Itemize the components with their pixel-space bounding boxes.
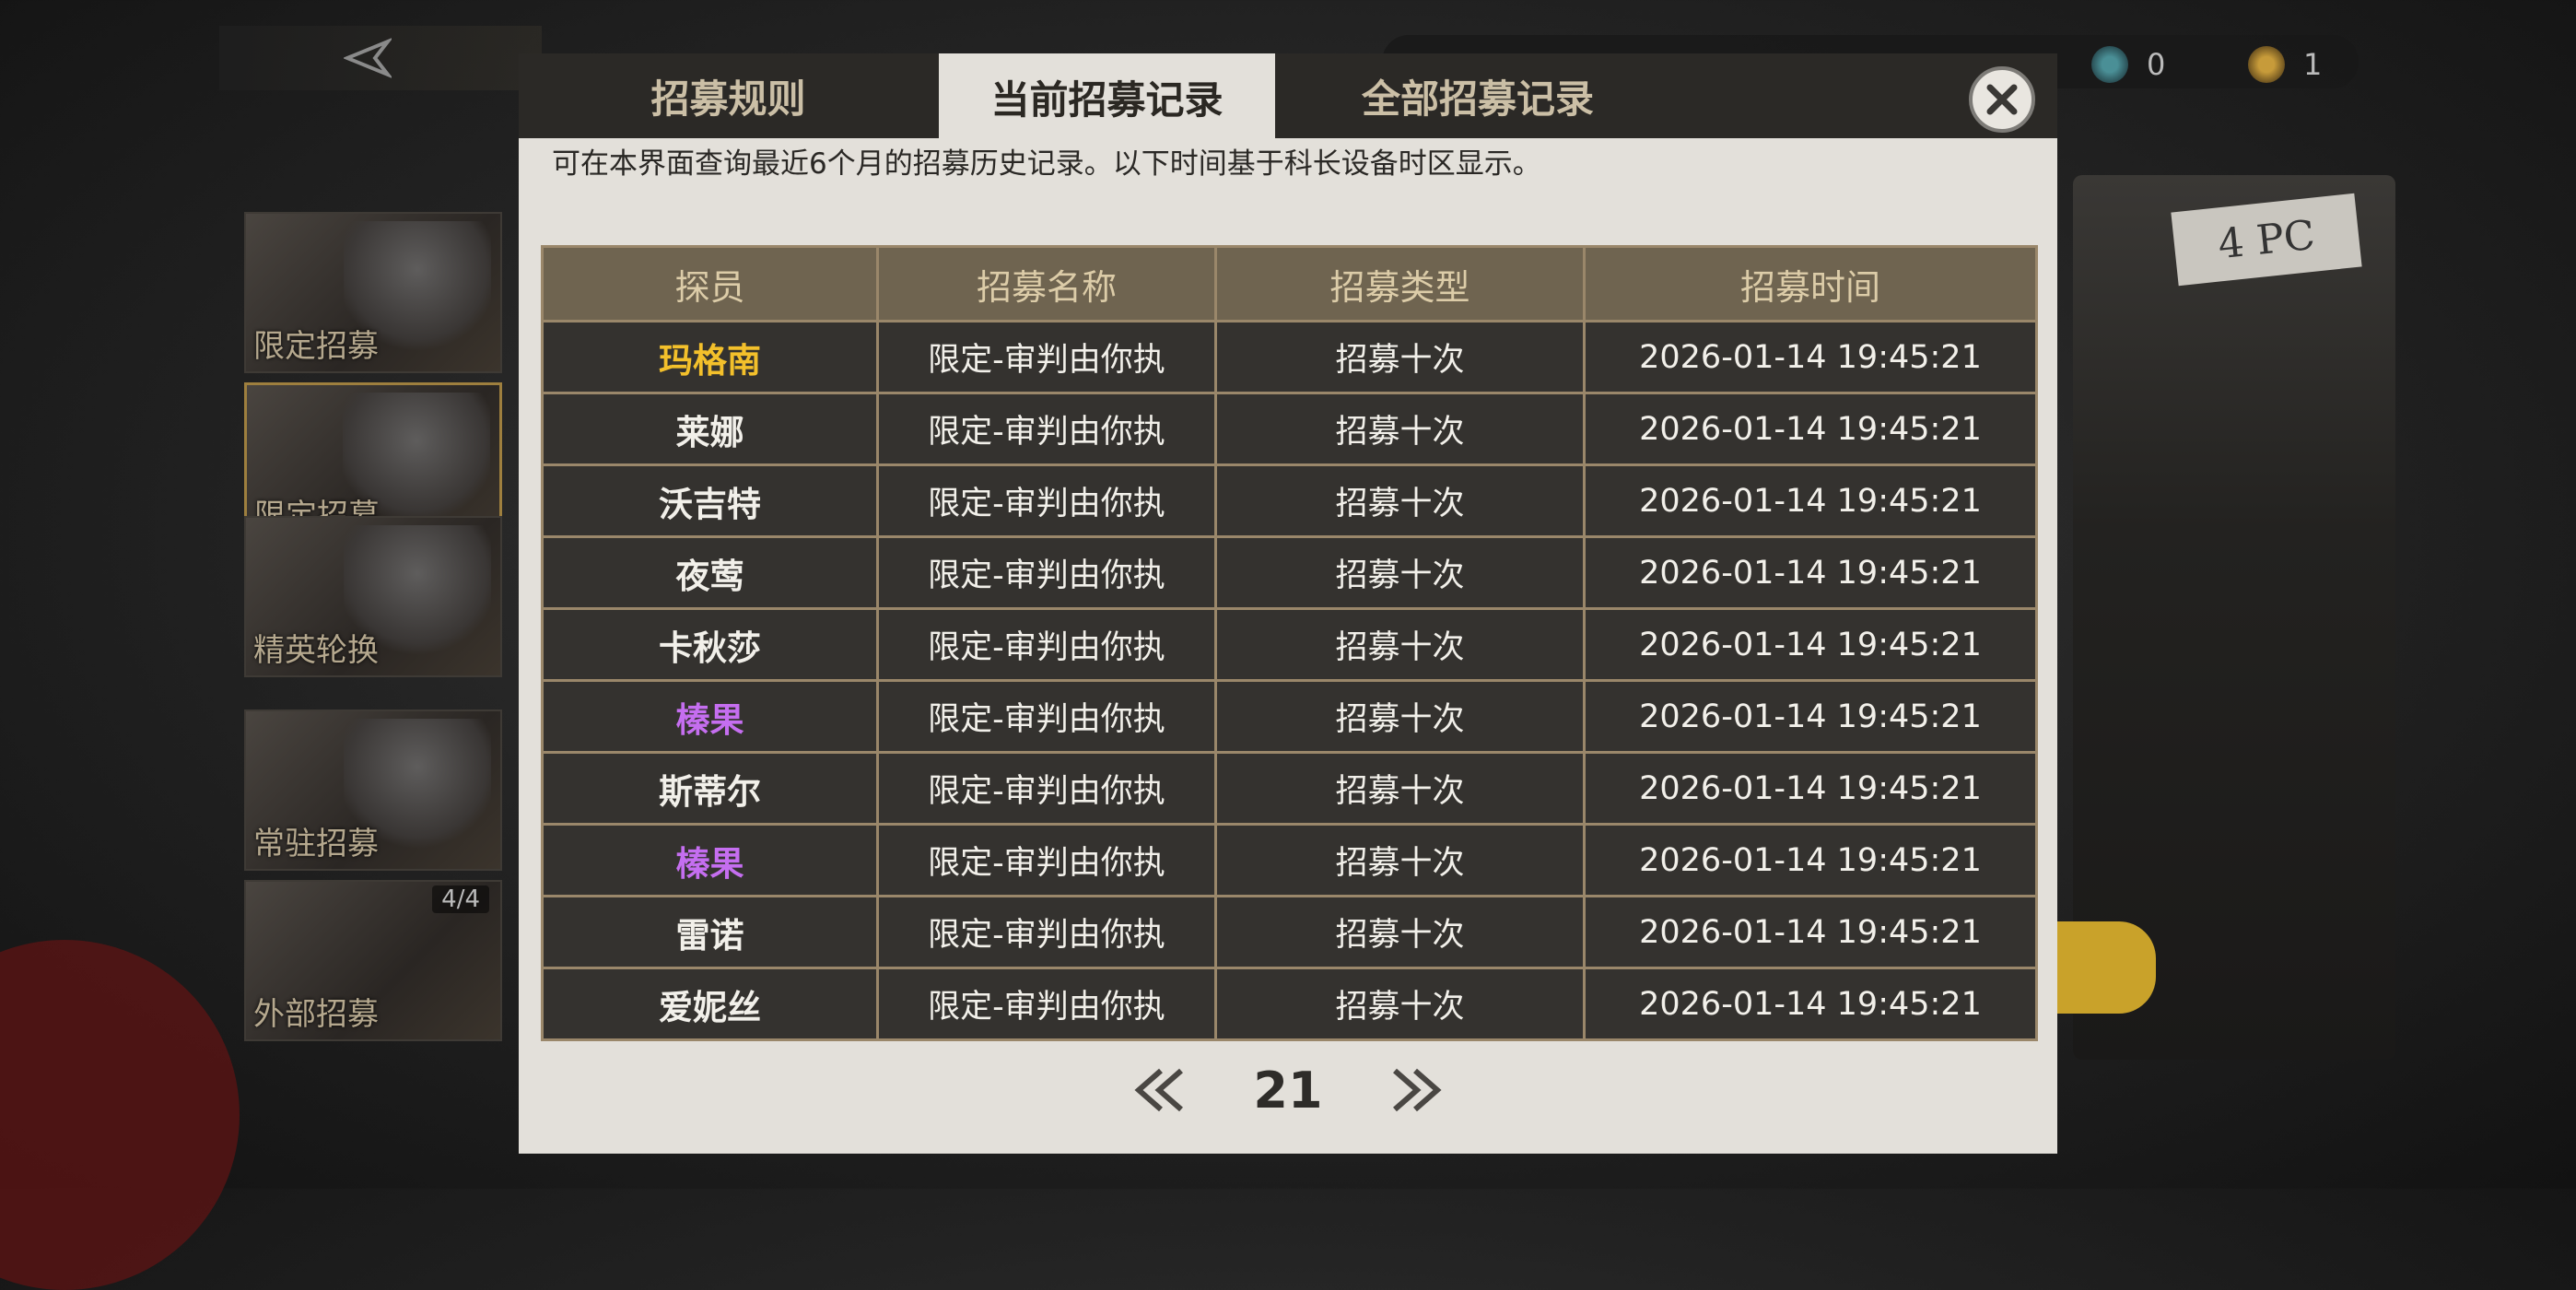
tab-label: 招募规则: [650, 76, 806, 122]
table-row: 雷诺 限定-审判由你执 招募十次 2026-01-14 19:45:21: [541, 895, 2038, 969]
close-button[interactable]: [1969, 66, 2035, 133]
pool-name-cell: 限定-审判由你执: [876, 679, 1217, 754]
pool-name-cell: 限定-审判由你执: [876, 320, 1217, 394]
recruit-type-cell: 招募十次: [1214, 535, 1586, 610]
bcr-badge: [0, 940, 240, 1290]
recruit-type-cell: 招募十次: [1214, 751, 1586, 826]
header-pool-name: 招募名称: [876, 245, 1217, 322]
recruit-type-cell: 招募十次: [1214, 823, 1586, 897]
external-count-badge: 4/4: [432, 885, 489, 913]
side-menu-label: 精英轮换: [253, 632, 379, 669]
header-agent: 探员: [541, 245, 879, 322]
recruit-time-cell: 2026-01-14 19:45:21: [1583, 751, 2038, 826]
notice-text: 可在本界面查询最近6个月的招募历史记录。以下时间基于科长设备时区显示。: [552, 147, 1541, 181]
table-row: 爱妮丝 限定-审判由你执 招募十次 2026-01-14 19:45:21: [541, 967, 2038, 1041]
recruit-type-cell: 招募十次: [1214, 607, 1586, 682]
agent-name-cell: 莱娜: [541, 392, 879, 466]
back-button[interactable]: [219, 26, 542, 90]
table-row: 沃吉特 限定-审判由你执 招募十次 2026-01-14 19:45:21: [541, 463, 2038, 538]
recruit-type-cell: 招募十次: [1214, 463, 1586, 538]
recruit-type-cell: 招募十次: [1214, 679, 1586, 754]
header-recruit-type: 招募类型: [1214, 245, 1586, 322]
pool-name-cell: 限定-审判由你执: [876, 607, 1217, 682]
table-row: 榛果 限定-审判由你执 招募十次 2026-01-14 19:45:21: [541, 823, 2038, 897]
agent-name-cell: 斯蒂尔: [541, 751, 879, 826]
agent-name-cell: 玛格南: [541, 320, 879, 394]
tab-bar: 招募规则 当前招募记录 全部招募记录: [519, 53, 2057, 140]
recruit-type-cell: 招募十次: [1214, 967, 1586, 1041]
page-number: 21: [1253, 1061, 1323, 1120]
side-menu-item-standard[interactable]: 常驻招募: [244, 710, 502, 871]
agent-name-cell: 沃吉特: [541, 463, 879, 538]
pool-name-cell: 限定-审判由你执: [876, 535, 1217, 610]
currency-gold: 1: [2248, 46, 2322, 83]
side-menu-item-elite[interactable]: 精英轮换: [244, 516, 502, 677]
agent-name-cell: 爱妮丝: [541, 967, 879, 1041]
tab-recruit-rules[interactable]: 招募规则: [519, 53, 938, 138]
recruit-time-cell: 2026-01-14 19:45:21: [1583, 320, 2038, 394]
recruit-time-cell: 2026-01-14 19:45:21: [1583, 967, 2038, 1041]
agent-name-cell: 雷诺: [541, 895, 879, 969]
recruit-time-cell: 2026-01-14 19:45:21: [1583, 679, 2038, 754]
recruit-type-cell: 招募十次: [1214, 895, 1586, 969]
pool-name-cell: 限定-审判由你执: [876, 392, 1217, 466]
table-row: 斯蒂尔 限定-审判由你执 招募十次 2026-01-14 19:45:21: [541, 751, 2038, 826]
records-table-wrap: 探员 招募名称 招募类型 招募时间 玛格南 限定-审判由你执 招募十次 2026-01…: [541, 245, 2038, 1041]
tab-label: 当前招募记录: [990, 76, 1224, 123]
blue-coin-icon: [2091, 46, 2128, 83]
agent-name-cell: 榛果: [541, 823, 879, 897]
table-header-row: 探员 招募名称 招募类型 招募时间: [541, 245, 2038, 322]
recruit-time-cell: 2026-01-14 19:45:21: [1583, 607, 2038, 682]
table-row: 莱娜 限定-审判由你执 招募十次 2026-01-14 19:45:21: [541, 392, 2038, 466]
currency-blue: 0: [2091, 46, 2165, 83]
currency-value: 0: [2147, 47, 2166, 82]
table-row: 玛格南 限定-审判由你执 招募十次 2026-01-14 19:45:21: [541, 320, 2038, 394]
pool-name-cell: 限定-审判由你执: [876, 751, 1217, 826]
recruit-time-cell: 2026-01-14 19:45:21: [1583, 392, 2038, 466]
back-arrow-icon: [344, 38, 392, 78]
side-menu-label: 常驻招募: [253, 826, 379, 862]
currency-value: 1: [2303, 47, 2323, 82]
recruit-time-cell: 2026-01-14 19:45:21: [1583, 463, 2038, 538]
recruit-time-cell: 2026-01-14 19:45:21: [1583, 895, 2038, 969]
tab-label: 全部招募记录: [1361, 76, 1594, 122]
pagination: 21: [519, 1049, 2057, 1132]
pool-name-cell: 限定-审判由你执: [876, 895, 1217, 969]
table-row: 夜莺 限定-审判由你执 招募十次 2026-01-14 19:45:21: [541, 535, 2038, 610]
side-menu-label: 限定招募: [253, 328, 379, 365]
side-menu-item-external[interactable]: 4/4 外部招募: [244, 880, 502, 1041]
table-row: 卡秋莎 限定-审判由你执 招募十次 2026-01-14 19:45:21: [541, 607, 2038, 682]
side-menu-label: 外部招募: [253, 996, 379, 1033]
close-icon: [1986, 84, 2018, 115]
records-table: 探员 招募名称 招募类型 招募时间 玛格南 限定-审判由你执 招募十次 2026-01…: [541, 245, 2038, 1041]
recruit-time-cell: 2026-01-14 19:45:21: [1583, 535, 2038, 610]
table-row: 榛果 限定-审判由你执 招募十次 2026-01-14 19:45:21: [541, 679, 2038, 754]
prev-page-icon[interactable]: [1131, 1067, 1188, 1113]
pool-name-cell: 限定-审判由你执: [876, 823, 1217, 897]
recruit-record-dialog: 招募规则 当前招募记录 全部招募记录 可在本界面查询最近6个月的招募历史记录。以…: [519, 53, 2057, 1154]
pool-name-cell: 限定-审判由你执: [876, 463, 1217, 538]
tab-all-records[interactable]: 全部招募记录: [1275, 53, 1680, 138]
next-page-icon[interactable]: [1388, 1067, 1445, 1113]
gold-coin-icon: [2248, 46, 2285, 83]
recruit-time-cell: 2026-01-14 19:45:21: [1583, 823, 2038, 897]
pool-name-cell: 限定-审判由你执: [876, 967, 1217, 1041]
agent-name-cell: 夜莺: [541, 535, 879, 610]
header-recruit-time: 招募时间: [1583, 245, 2038, 322]
recruit-type-cell: 招募十次: [1214, 392, 1586, 466]
agent-name-cell: 卡秋莎: [541, 607, 879, 682]
side-menu-item-limited-1[interactable]: 限定招募: [244, 212, 502, 373]
tab-current-records[interactable]: 当前招募记录: [939, 53, 1275, 140]
recruit-type-cell: 招募十次: [1214, 320, 1586, 394]
agent-name-cell: 榛果: [541, 679, 879, 754]
